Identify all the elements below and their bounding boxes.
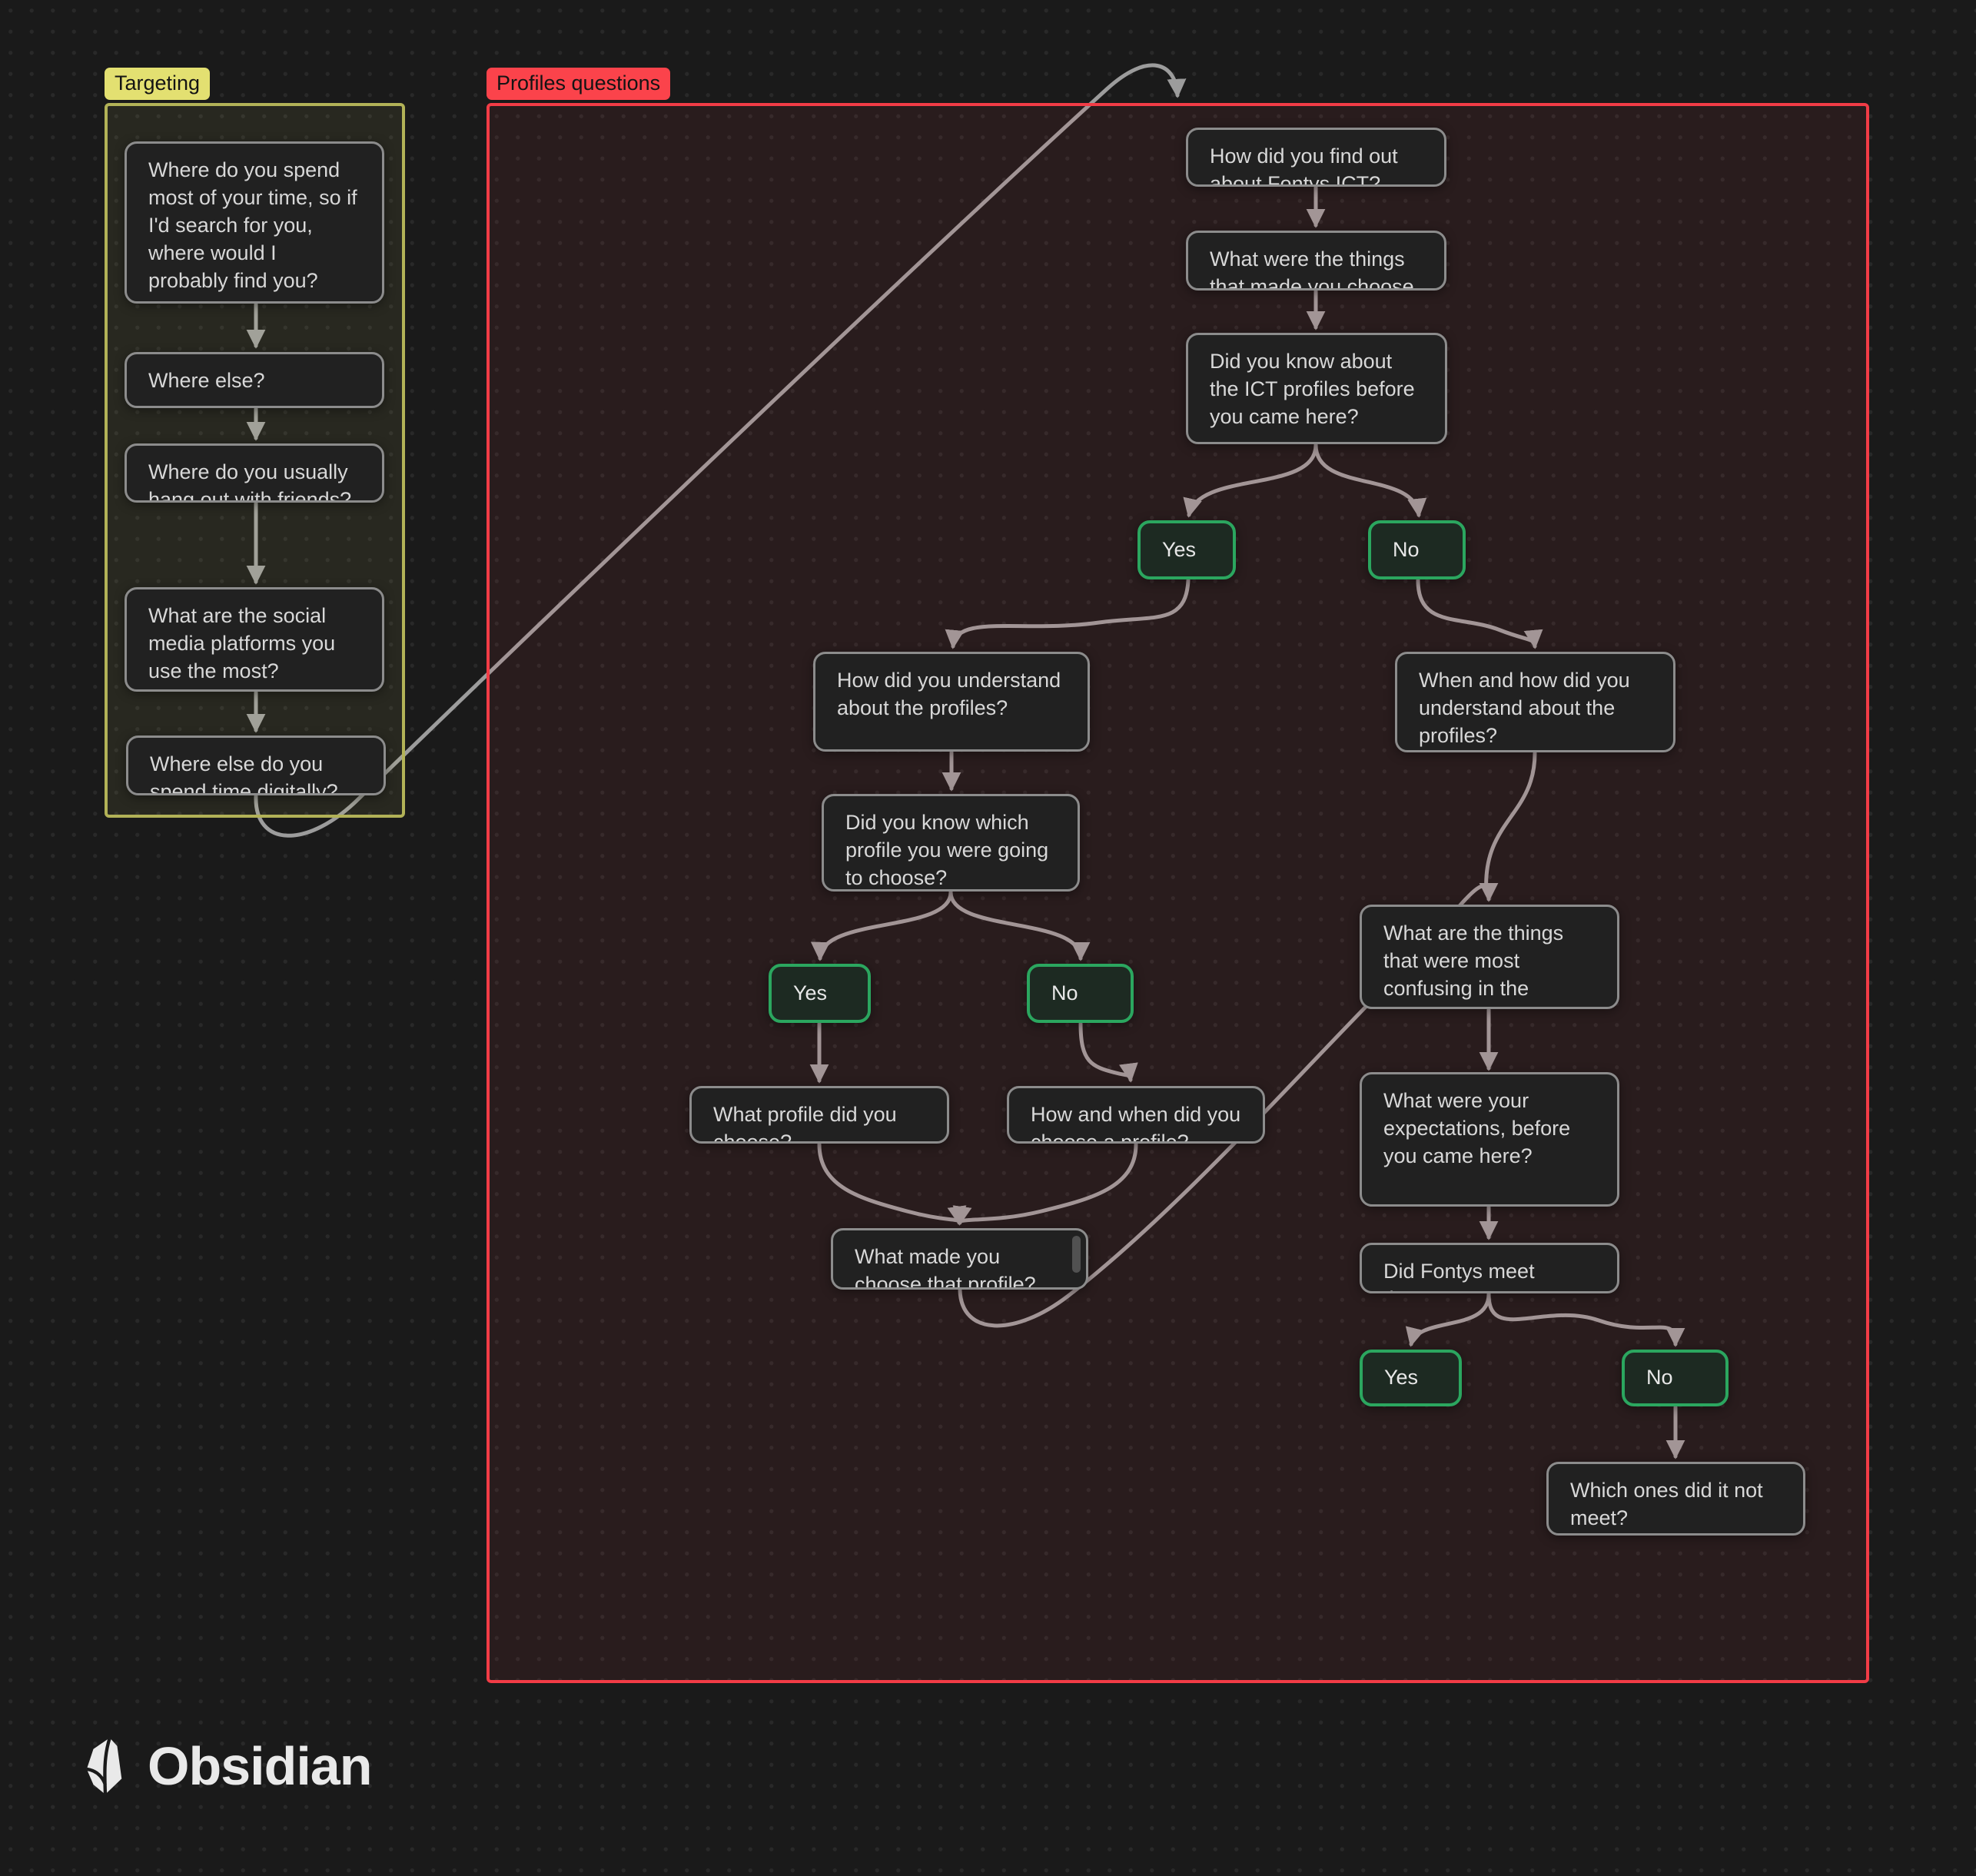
node-text: Did you know which profile you were goin…: [845, 811, 1048, 889]
node-text: Where do you usually hang out with frien…: [148, 460, 351, 503]
canvas-node-answer-N3[interactable]: No: [1622, 1350, 1729, 1406]
canvas-node-P2[interactable]: What were the things that made you choos…: [1186, 231, 1446, 291]
node-text: What are the social media platforms you …: [148, 604, 335, 682]
canvas-node-T2[interactable]: Where else?: [125, 352, 384, 408]
node-scrollbar[interactable]: [1072, 1236, 1081, 1273]
node-text: Where else do you spend time digitally?: [150, 752, 338, 795]
canvas-node-answer-N1[interactable]: No: [1368, 520, 1466, 579]
canvas-node-T3[interactable]: Where do you usually hang out with frien…: [125, 443, 384, 503]
canvas-node-P6[interactable]: What profile did you choose?: [689, 1086, 949, 1144]
node-text: Yes: [793, 980, 827, 1008]
canvas-node-P11[interactable]: What were your expectations, before you …: [1360, 1072, 1619, 1207]
canvas-group-profiles[interactable]: [487, 103, 1869, 1683]
node-text: Did Fontys meet them?: [1383, 1260, 1535, 1293]
canvas-node-answer-Y1[interactable]: Yes: [1137, 520, 1236, 579]
node-text: No: [1393, 536, 1420, 564]
node-text: No: [1051, 980, 1078, 1008]
canvas-node-P12[interactable]: Did Fontys meet them?: [1360, 1243, 1619, 1293]
canvas-node-P7[interactable]: How and when did you choose a profile?: [1007, 1086, 1265, 1144]
canvas-node-P8[interactable]: What made you choose that profile?: [831, 1228, 1088, 1290]
node-text: Yes: [1384, 1364, 1418, 1392]
obsidian-logo: Obsidian: [83, 1735, 371, 1797]
canvas-node-P9[interactable]: What are the things that were most confu…: [1360, 905, 1619, 1009]
canvas-node-answer-Y2[interactable]: Yes: [769, 964, 871, 1023]
node-text: What were your expectations, before you …: [1383, 1089, 1570, 1167]
node-text: What made you choose that profile?: [855, 1245, 1036, 1290]
obsidian-wordmark: Obsidian: [148, 1735, 371, 1797]
canvas-node-P3[interactable]: Did you know about the ICT profiles befo…: [1186, 333, 1447, 444]
canvas-node-T1[interactable]: Where do you spend most of your time, so…: [125, 141, 384, 304]
node-text: How and when did you choose a profile?: [1031, 1103, 1240, 1144]
obsidian-canvas[interactable]: Targeting Profiles questions Where do you…: [0, 0, 1976, 1876]
node-text: Where do you spend most of your time, so…: [148, 158, 357, 292]
canvas-node-T5[interactable]: Where else do you spend time digitally?: [126, 735, 386, 795]
node-text: What profile did you choose?: [713, 1103, 897, 1144]
group-label-profiles[interactable]: Profiles questions: [487, 68, 670, 100]
canvas-node-P10[interactable]: When and how did you understand about th…: [1395, 652, 1675, 752]
node-text: What are the things that were most confu…: [1383, 921, 1563, 1009]
group-label-targeting[interactable]: Targeting: [105, 68, 210, 100]
canvas-node-P1[interactable]: How did you find out about Fontys ICT?: [1186, 128, 1446, 187]
canvas-node-P5[interactable]: Did you know which profile you were goin…: [822, 794, 1080, 892]
node-text: How did you understand about the profile…: [837, 669, 1061, 719]
canvas-node-answer-N2[interactable]: No: [1027, 964, 1134, 1023]
canvas-node-P13[interactable]: Which ones did it not meet?: [1546, 1462, 1805, 1536]
node-text: Yes: [1162, 536, 1196, 564]
node-text: When and how did you understand about th…: [1419, 669, 1630, 747]
canvas-node-answer-Y3[interactable]: Yes: [1360, 1350, 1462, 1406]
node-text: Which ones did it not meet?: [1570, 1479, 1763, 1529]
node-text: How did you find out about Fontys ICT?: [1210, 144, 1398, 187]
node-text: What were the things that made you choos…: [1210, 247, 1414, 291]
node-text: Where else?: [148, 369, 265, 392]
canvas-node-P4[interactable]: How did you understand about the profile…: [813, 652, 1090, 752]
canvas-node-T4[interactable]: What are the social media platforms you …: [125, 587, 384, 692]
node-text: No: [1646, 1364, 1673, 1392]
obsidian-gem-icon: [83, 1737, 128, 1795]
node-text: Did you know about the ICT profiles befo…: [1210, 350, 1415, 428]
